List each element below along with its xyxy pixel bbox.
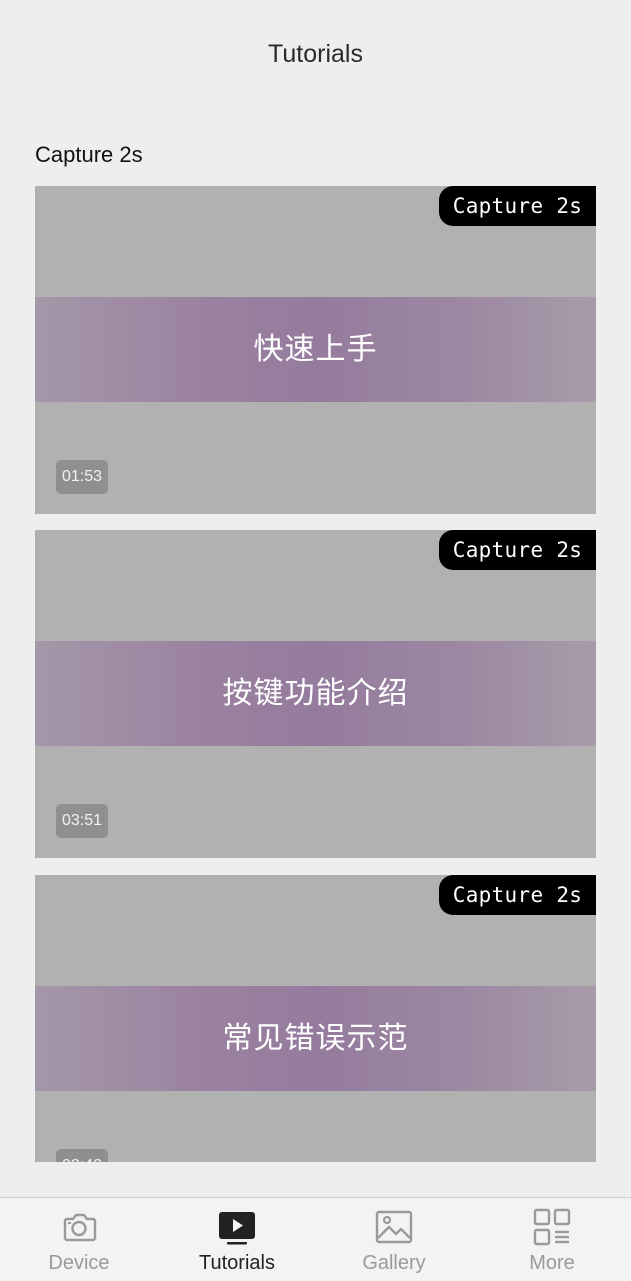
device-badge: Capture 2s xyxy=(439,186,596,226)
section-title: Capture 2s xyxy=(35,142,143,167)
title-band: 按键功能介绍 xyxy=(35,641,596,746)
nav-item-gallery[interactable]: Gallery xyxy=(315,1198,473,1281)
image-icon xyxy=(375,1210,413,1244)
video-title: 按键功能介绍 xyxy=(222,676,409,711)
page-title: Tutorials xyxy=(268,40,363,68)
nav-label: More xyxy=(529,1252,575,1274)
bottom-nav: Device Tutorials Gallery More xyxy=(0,1197,631,1281)
video-list[interactable]: Capture 2s 快速上手 01:53 Capture 2s 按键功能介绍 … xyxy=(0,186,631,1162)
play-icon xyxy=(219,1212,255,1245)
title-band: 常见错误示范 xyxy=(35,986,596,1091)
device-badge: Capture 2s xyxy=(439,530,596,570)
nav-label: Gallery xyxy=(362,1252,426,1274)
grid-list-icon xyxy=(533,1208,571,1246)
duration-badge: 01:53 xyxy=(56,460,108,494)
header-bar: Tutorials xyxy=(0,0,631,108)
device-badge: Capture 2s xyxy=(439,875,596,915)
video-title: 常见错误示范 xyxy=(222,1021,409,1056)
camera-icon xyxy=(63,1213,97,1242)
nav-item-device[interactable]: Device xyxy=(0,1198,158,1281)
video-card[interactable]: Capture 2s 快速上手 01:53 xyxy=(35,186,596,514)
nav-item-more[interactable]: More xyxy=(473,1198,631,1281)
video-title: 快速上手 xyxy=(253,332,378,367)
video-card[interactable]: Capture 2s 按键功能介绍 03:51 xyxy=(35,530,596,858)
duration-badge: 02:40 xyxy=(56,1149,108,1162)
nav-label: Device xyxy=(48,1252,110,1274)
nav-item-tutorials[interactable]: Tutorials xyxy=(158,1198,316,1281)
video-card[interactable]: Capture 2s 常见错误示范 02:40 xyxy=(35,875,596,1162)
title-band: 快速上手 xyxy=(35,297,596,402)
nav-label: Tutorials xyxy=(199,1252,275,1274)
duration-badge: 03:51 xyxy=(56,804,108,838)
